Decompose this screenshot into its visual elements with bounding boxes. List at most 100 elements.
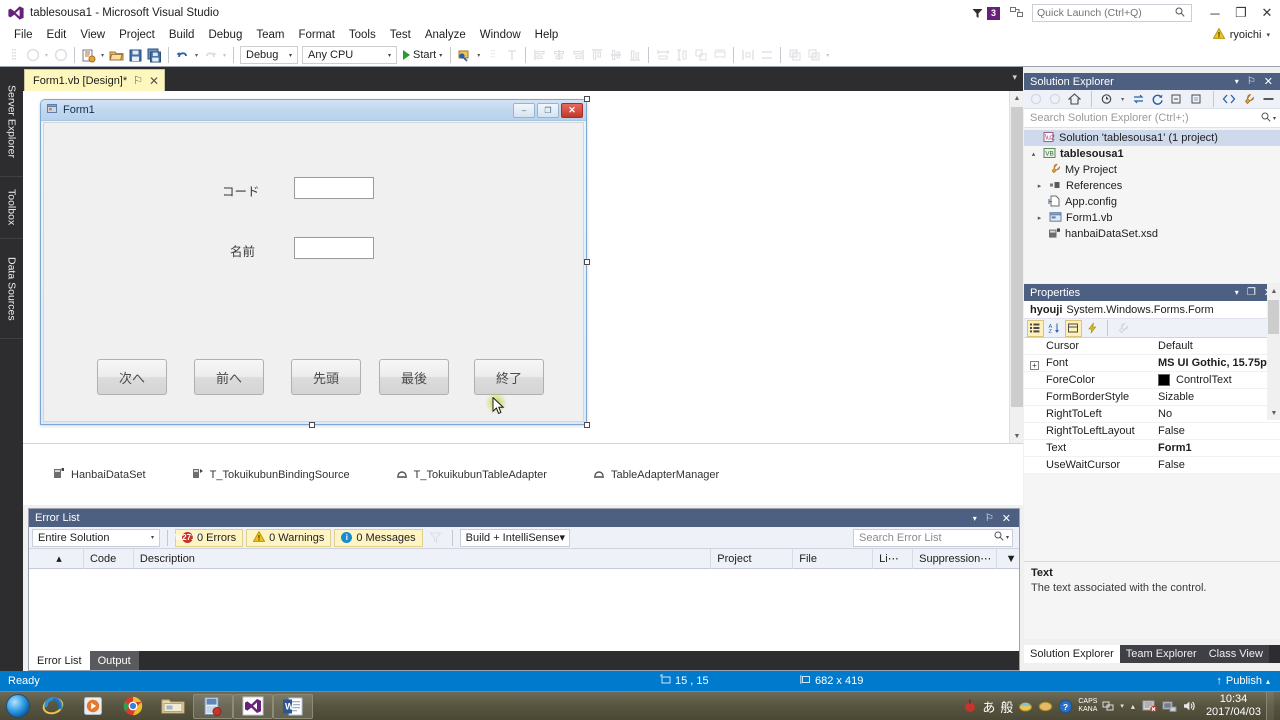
button-last[interactable]: 最後 — [379, 359, 449, 395]
scroll-thumb[interactable] — [1011, 107, 1023, 407]
minimize-button[interactable]: ─ — [1202, 0, 1228, 26]
error-list-menu-icon[interactable]: ▾ — [973, 514, 977, 523]
button-exit[interactable]: 終了 — [474, 359, 544, 395]
bring-to-front-icon[interactable] — [785, 46, 804, 65]
font-expander-icon[interactable]: + — [1030, 361, 1039, 370]
solution-configuration-combo[interactable]: Debug ▾ — [240, 46, 298, 64]
column-code[interactable]: Code — [84, 549, 134, 569]
pr-restore-icon[interactable]: ❐ — [1247, 287, 1256, 298]
taskbar-internet-explorer[interactable] — [33, 693, 73, 720]
tray-network-icon[interactable] — [1162, 699, 1177, 713]
tray-ime-caret-icon[interactable]: ▾ — [1120, 702, 1124, 710]
show-desktop-button[interactable] — [1266, 692, 1274, 720]
messages-filter-button[interactable]: i 0 Messages — [334, 529, 422, 547]
sidebar-tab-data-sources[interactable]: Data Sources — [0, 239, 23, 339]
align-bottoms-icon[interactable] — [625, 46, 644, 65]
form-minimize-button[interactable]: – — [513, 103, 535, 118]
align-centers-icon[interactable] — [549, 46, 568, 65]
menu-file[interactable]: File — [7, 27, 40, 43]
tree-item-form1[interactable]: ▸ Form1.vb — [1024, 210, 1280, 226]
open-file-icon[interactable] — [107, 46, 126, 65]
taskbar-sql-server[interactable] — [193, 694, 233, 719]
column-file[interactable]: File — [793, 549, 873, 569]
se-collapse-all-icon[interactable] — [1169, 90, 1185, 109]
resize-handle-bottom-right[interactable] — [584, 422, 590, 428]
menu-edit[interactable]: Edit — [40, 27, 74, 43]
taskbar-chrome[interactable] — [113, 693, 153, 720]
property-row-text[interactable]: Text Form1 — [1024, 440, 1280, 457]
tree-item-app-config[interactable]: App.config — [1024, 194, 1280, 210]
make-same-width-icon[interactable] — [653, 46, 672, 65]
menu-help[interactable]: Help — [528, 27, 566, 43]
property-row-font[interactable]: + Font MS UI Gothic, 15.75pt — [1024, 355, 1280, 372]
references-expander[interactable]: ▸ — [1034, 182, 1045, 190]
property-row-righttoleft[interactable]: RightToLeft No — [1024, 406, 1280, 423]
tray-ime-dictionary-icon[interactable] — [1018, 699, 1033, 713]
column-suppression[interactable]: Suppression⋯ — [913, 549, 997, 569]
form-client-area[interactable]: コード 名前 次へ 前へ 先頭 最後 終了 — [43, 122, 584, 422]
menu-test[interactable]: Test — [383, 27, 418, 43]
textbox-code[interactable] — [294, 177, 374, 199]
menu-window[interactable]: Window — [473, 27, 528, 43]
se-close-icon[interactable]: ✕ — [1264, 75, 1273, 88]
quick-launch-input[interactable] — [1037, 7, 1175, 19]
se-sync-icon[interactable] — [1130, 90, 1146, 109]
se-view-code-icon[interactable] — [1221, 90, 1237, 109]
warnings-filter-button[interactable]: 0 Warnings — [246, 529, 331, 547]
tree-item-solution[interactable]: \u2716 Solution 'tablesousa1' (1 project… — [1024, 130, 1280, 146]
properties-scrollbar[interactable]: ▲ ▼ — [1267, 284, 1280, 420]
attach-process-icon[interactable] — [455, 46, 474, 65]
resize-handle-bottom-center[interactable] — [309, 422, 315, 428]
design-surface[interactable]: Form1 – ❐ ✕ コード 名前 次へ 前へ — [23, 91, 1009, 443]
properties-object-selector[interactable]: hyouji System.Windows.Forms.Form ▾ — [1024, 301, 1280, 319]
user-account-area[interactable]: ryoichi ▾ — [1213, 28, 1280, 42]
properties-scroll-up-icon[interactable]: ▲ — [1267, 284, 1280, 298]
undo-caret-icon[interactable]: ▾ — [192, 52, 201, 59]
component-tableadaptermanager[interactable]: TableAdapterManager — [593, 467, 719, 482]
menu-debug[interactable]: Debug — [201, 27, 249, 43]
menu-format[interactable]: Format — [291, 27, 341, 43]
tab-class-view[interactable]: Class View — [1203, 645, 1269, 663]
taskbar-visual-studio[interactable] — [233, 694, 273, 719]
tray-ime-mode[interactable]: あ — [982, 697, 995, 716]
errors-filter-button[interactable]: \u2715 0 Errors — [175, 529, 243, 547]
restore-button[interactable]: ❐ — [1228, 0, 1254, 26]
start-debug-button[interactable]: Start ▾ — [399, 49, 446, 61]
menu-project[interactable]: Project — [112, 27, 162, 43]
se-pending-changes-icon[interactable] — [1099, 90, 1115, 109]
se-forward-icon[interactable] — [1048, 90, 1064, 109]
tray-expand-icon[interactable]: ▴ — [1129, 702, 1137, 711]
vertical-spacing-icon[interactable] — [757, 46, 776, 65]
solution-explorer-search[interactable]: Search Solution Explorer (Ctrl+;) ▾ — [1024, 109, 1280, 128]
make-same-height-icon[interactable] — [672, 46, 691, 65]
property-row-forecolor[interactable]: ForeColor ControlText — [1024, 372, 1280, 389]
column-description[interactable]: Description — [134, 549, 711, 569]
error-list-close-icon[interactable]: ✕ — [1002, 512, 1011, 525]
align-to-grid-icon[interactable] — [502, 46, 521, 65]
resize-handle-top-right[interactable] — [584, 96, 590, 102]
taskbar-word[interactable]: W — [273, 694, 313, 719]
component-bindingsource[interactable]: T_TokuikubunBindingSource — [192, 467, 350, 482]
properties-scroll-down-icon[interactable]: ▼ — [1267, 406, 1280, 420]
error-list-rows[interactable] — [29, 569, 1019, 651]
se-home-icon[interactable] — [1067, 90, 1083, 109]
tab-team-explorer[interactable]: Team Explorer — [1120, 645, 1203, 663]
scroll-up-icon[interactable]: ▲ — [1010, 91, 1024, 105]
publish-button[interactable]: ↑ Publish ▴ — [1216, 675, 1280, 687]
form-close-button[interactable]: ✕ — [561, 103, 583, 118]
navigate-forward-icon[interactable] — [51, 46, 70, 65]
solution-platform-combo[interactable]: Any CPU ▾ — [302, 46, 397, 64]
tab-form1-designer[interactable]: Form1.vb [Design]* ⚐ ✕ — [24, 69, 165, 91]
property-row-cursor[interactable]: Cursor Default — [1024, 338, 1280, 355]
categorized-view-icon[interactable] — [1027, 320, 1044, 337]
property-value-usewaitcursor[interactable]: False — [1152, 459, 1280, 471]
events-view-icon[interactable] — [1084, 320, 1101, 337]
property-row-formborderstyle[interactable]: FormBorderStyle Sizable — [1024, 389, 1280, 406]
properties-scroll-thumb[interactable] — [1268, 300, 1279, 334]
tray-ime-pad-icon[interactable] — [1038, 699, 1053, 713]
quick-launch-box[interactable] — [1032, 4, 1192, 22]
menu-analyze[interactable]: Analyze — [418, 27, 473, 43]
se-back-icon[interactable] — [1028, 90, 1044, 109]
menu-tools[interactable]: Tools — [342, 27, 383, 43]
size-to-grid-icon[interactable] — [710, 46, 729, 65]
